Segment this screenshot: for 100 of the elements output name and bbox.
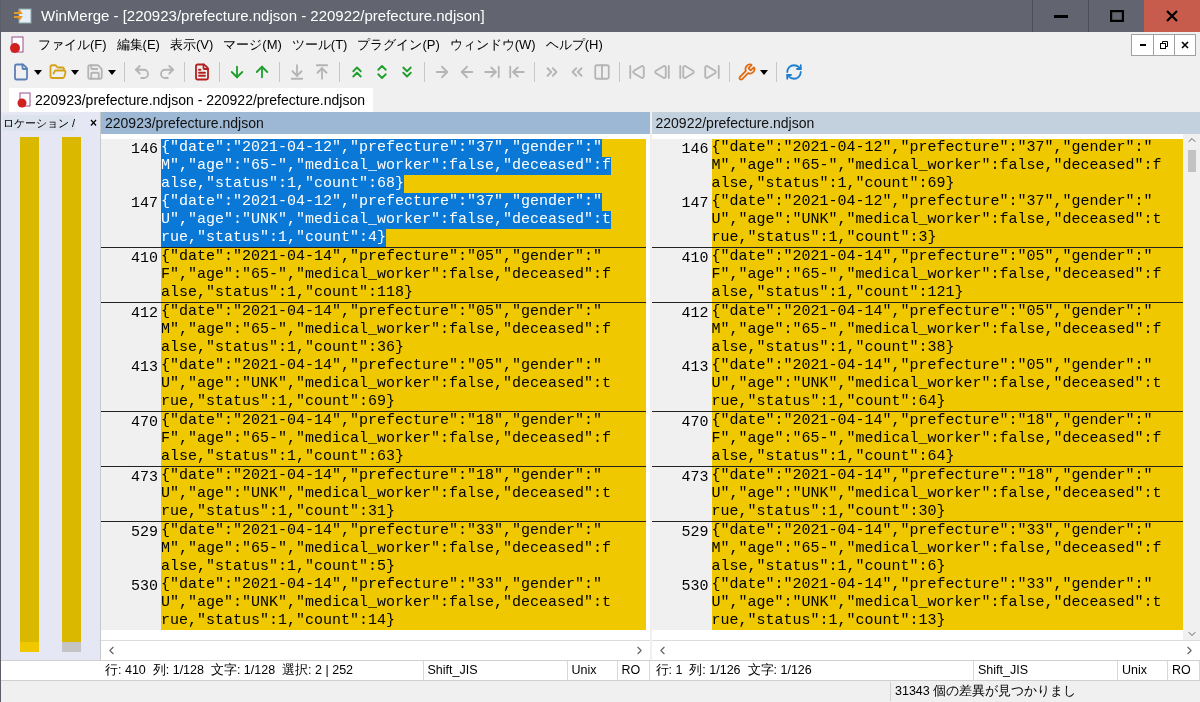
menu-item[interactable]: ファイル(F) xyxy=(33,35,112,55)
line-number: 530 xyxy=(131,578,158,595)
code-line: {"date":"2021-04-14","prefecture":"05","gender":" xyxy=(711,248,1153,266)
line-number: 470 xyxy=(681,414,709,431)
code-line: U","age":"UNK","medical_worker":false,"deceased":t xyxy=(161,375,612,393)
folder-icon xyxy=(49,63,67,81)
code-line: U","age":"UNK","medical_worker":false,"deceased":t xyxy=(161,485,612,503)
code-line: {"date":"2021-04-14","prefecture":"18","gender":" xyxy=(161,412,603,430)
code-line: {"date":"2021-04-14","prefecture":"05","gender":" xyxy=(161,357,603,375)
close-button[interactable] xyxy=(1144,0,1200,32)
code-line: rue,"status":1,"count":3} xyxy=(711,229,937,247)
code-line: rue,"status":1,"count":69} xyxy=(161,393,396,411)
report-icon xyxy=(193,63,211,81)
line-number: 147 xyxy=(131,195,158,212)
line-number: 147 xyxy=(681,195,709,212)
wrench-icon xyxy=(738,63,756,81)
pane-header: 220923/prefecture.ndjson xyxy=(101,112,650,134)
code-line: alse,"status":1,"count":5} xyxy=(161,558,396,576)
code-line: rue,"status":1,"count":14} xyxy=(161,612,396,630)
code-line: {"date":"2021-04-14","prefecture":"33","gender":" xyxy=(711,576,1153,594)
code-line: alse,"status":1,"count":121} xyxy=(711,284,964,302)
window-title: WinMerge - [220923/prefecture.ndjson - 220922/prefecture.ndjson] xyxy=(41,5,486,26)
code-line: {"date":"2021-04-12","prefecture":"37","gender":" xyxy=(711,139,1153,157)
code-line: {"date":"2021-04-14","prefecture":"33","gender":" xyxy=(161,522,603,540)
menu-item[interactable]: ウィンドウ(W) xyxy=(444,35,541,55)
menu-item[interactable]: プラグイン(P) xyxy=(352,35,445,55)
code-line: rue,"status":1,"count":64} xyxy=(711,393,946,411)
document-error-icon xyxy=(17,92,31,108)
tab-label: 220923/prefecture.ndjson - 220922/prefecture.ndjson xyxy=(35,90,365,110)
scroll-thumb[interactable] xyxy=(1187,150,1196,172)
step-forward-icon xyxy=(678,63,696,81)
line-number: 529 xyxy=(681,524,709,541)
document-error-icon xyxy=(9,36,25,54)
caret-icon xyxy=(760,69,768,75)
code-line: rue,"status":1,"count":30} xyxy=(711,503,946,521)
code-line: alse,"status":1,"count":38} xyxy=(711,339,955,357)
line-number: 146 xyxy=(681,141,709,158)
columns-icon xyxy=(593,63,611,81)
document-tab[interactable]: 220923/prefecture.ndjson - 220922/prefecture.ndjson xyxy=(9,88,373,112)
menu-item[interactable]: マージ(M) xyxy=(218,35,287,55)
close-icon xyxy=(1181,41,1189,49)
line-number: 410 xyxy=(131,250,158,267)
refresh-icon xyxy=(785,63,803,81)
up-arrow-icon xyxy=(313,63,331,81)
right-arrow-icon xyxy=(483,63,501,81)
code-line: U","age":"UNK","medical_worker":false,"deceased":t xyxy=(711,375,1162,393)
caret-icon xyxy=(71,69,79,75)
vertical-scrollbar[interactable] xyxy=(1183,134,1200,640)
redo-icon xyxy=(158,63,176,81)
code-line: M","age":"65-","medical_worker":false,"deceased":f xyxy=(161,321,612,339)
code-line: F","age":"65-","medical_worker":false,"deceased":f xyxy=(161,266,612,284)
line-number: 530 xyxy=(681,578,709,595)
line-number: 413 xyxy=(681,359,709,376)
code-line: alse,"status":1,"count":63} xyxy=(161,448,405,466)
down-arrow-icon xyxy=(288,63,306,81)
code-line: {"date":"2021-04-14","prefecture":"18","gender":" xyxy=(711,412,1153,430)
line-number: 412 xyxy=(681,305,709,322)
code-line: {"date":"2021-04-14","prefecture":"05","gender":" xyxy=(711,357,1153,375)
left-arrow-icon xyxy=(508,63,526,81)
menu-item[interactable]: 編集(E) xyxy=(111,35,165,55)
close-icon xyxy=(1166,10,1178,22)
code-line: U","age":"UNK","medical_worker":false,"deceased":t xyxy=(161,594,612,612)
line-number: 412 xyxy=(131,305,158,322)
code-line: {"date":"2021-04-14","prefecture":"05","gender":" xyxy=(161,303,603,321)
code-line: alse,"status":1,"count":118} xyxy=(161,284,414,302)
skip-forward-icon xyxy=(703,63,721,81)
app-logo-icon xyxy=(13,7,33,25)
caret-icon xyxy=(34,69,42,75)
code-line: {"date":"2021-04-12","prefecture":"37","gender":" xyxy=(711,193,1153,211)
code-line: U","age":"UNK","medical_worker":false,"deceased":t xyxy=(711,211,1162,229)
code-line: alse,"status":1,"count":69} xyxy=(711,175,955,193)
document-icon xyxy=(12,63,30,81)
menu-item[interactable]: ヘルプ(H) xyxy=(540,35,608,55)
horizontal-scrollbar[interactable] xyxy=(651,640,1200,660)
code-line: F","age":"65-","medical_worker":false,"deceased":f xyxy=(161,430,612,448)
menu-item[interactable]: 表示(V) xyxy=(164,35,219,55)
undo-icon xyxy=(133,63,151,81)
line-number: 410 xyxy=(681,250,709,267)
code-line: rue,"status":1,"count":13} xyxy=(711,612,946,630)
status-message: 31343 個の差異が見つかりまし xyxy=(890,682,1180,701)
right-arrow-icon xyxy=(433,63,451,81)
caret-icon xyxy=(108,69,116,75)
code-line: F","age":"65-","medical_worker":false,"deceased":f xyxy=(711,430,1162,448)
line-number: 413 xyxy=(131,359,158,376)
code-line: F","age":"65-","medical_worker":false,"deceased":f xyxy=(711,266,1162,284)
minimize-icon xyxy=(1053,14,1068,18)
line-number: 473 xyxy=(681,469,709,486)
code-line: U","age":"UNK","medical_worker":false,"deceased":t xyxy=(711,594,1162,612)
code-line: {"date":"2021-04-14","prefecture":"33","gender":" xyxy=(711,522,1153,540)
code-line: alse,"status":1,"count":6} xyxy=(711,558,946,576)
code-line: {"date":"2021-04-14","prefecture":"33","gender":" xyxy=(161,576,603,594)
code-line: rue,"status":1,"count":31} xyxy=(161,503,396,521)
close-button[interactable]: × xyxy=(90,114,97,132)
menu-item[interactable]: ツール(T) xyxy=(286,35,353,55)
code-line: M","age":"65-","medical_worker":false,"deceased":f xyxy=(161,540,612,558)
maximize-icon xyxy=(1109,10,1124,22)
down-arrow-icon xyxy=(228,63,246,81)
code-line: M","age":"65-","medical_worker":false,"deceased":f xyxy=(711,321,1162,339)
horizontal-scrollbar[interactable] xyxy=(101,640,650,660)
code-line: alse,"status":1,"count":64} xyxy=(711,448,955,466)
